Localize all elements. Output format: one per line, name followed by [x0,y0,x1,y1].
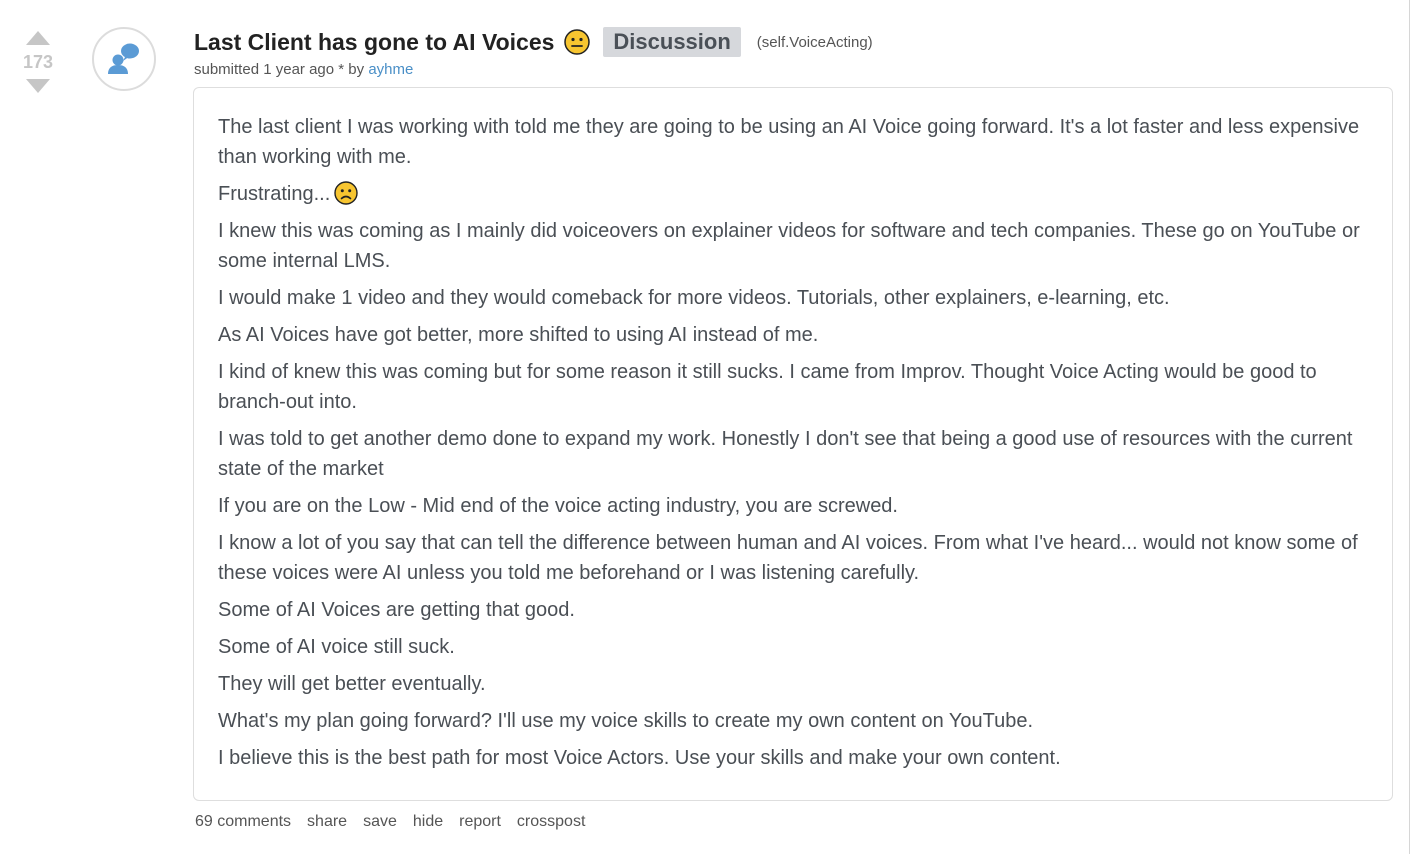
body-paragraph: The last client I was working with told … [218,116,1360,168]
self-post-speech-bubble-icon [108,43,139,74]
body-paragraph-text: Frustrating... [218,183,331,205]
downvote-arrow-icon[interactable] [26,79,50,93]
tagline-edited-mark: * [338,61,345,78]
post-buttons: 69 comments share save hide report cross… [195,813,601,831]
hide-button[interactable]: hide [413,813,443,831]
body-paragraph: If you are on the Low - Mid end of the v… [218,495,898,517]
post-flair: Discussion [603,27,741,57]
post-tagline: submitted 1 year ago * by ayhme [194,61,413,78]
share-button[interactable]: share [307,813,347,831]
body-paragraph: I knew this was coming as I mainly did v… [218,220,1360,272]
tagline-time: 1 year ago [263,61,335,78]
vote-score: 173 [22,52,54,72]
crosspost-button[interactable]: crosspost [517,813,585,831]
tagline-submitted: submitted [194,61,260,78]
vote-column: 173 [20,31,56,93]
body-paragraph: I would make 1 video and they would come… [218,287,1170,309]
sad-face-emoji-icon [334,181,358,205]
body-paragraph: I believe this is the best path for most… [218,747,1061,769]
post-domain[interactable]: (self.VoiceActing) [757,34,873,51]
body-paragraph: Some of AI voice still suck. [218,636,455,658]
body-paragraph: As AI Voices have got better, more shift… [218,324,819,346]
body-paragraph: Some of AI Voices are getting that good. [218,599,575,621]
title-row: Last Client has gone to AI Voices Discus… [194,27,873,57]
save-button[interactable]: save [363,813,397,831]
body-paragraph: Frustrating... [218,179,1368,209]
body-paragraph: What's my plan going forward? I'll use m… [218,710,1034,732]
comments-link[interactable]: 69 comments [195,813,291,831]
body-paragraph: I kind of knew this was coming but for s… [218,361,1317,413]
tagline-by: by [348,61,365,78]
body-paragraph: They will get better eventually. [218,673,486,695]
author-link[interactable]: ayhme [368,61,413,78]
post-title[interactable]: Last Client has gone to AI Voices [194,29,554,56]
page-edge-divider [1409,0,1410,854]
post-body: The last client I was working with told … [193,87,1393,801]
report-button[interactable]: report [459,813,501,831]
post-thumbnail[interactable] [92,27,156,91]
body-paragraph: I was told to get another demo done to e… [218,428,1353,480]
body-paragraph: I know a lot of you say that can tell th… [218,532,1358,584]
reddit-post: 173 Last Client has gone to AI Voices Di… [0,0,1413,854]
neutral-face-emoji-icon [564,29,591,55]
upvote-arrow-icon[interactable] [26,31,50,45]
